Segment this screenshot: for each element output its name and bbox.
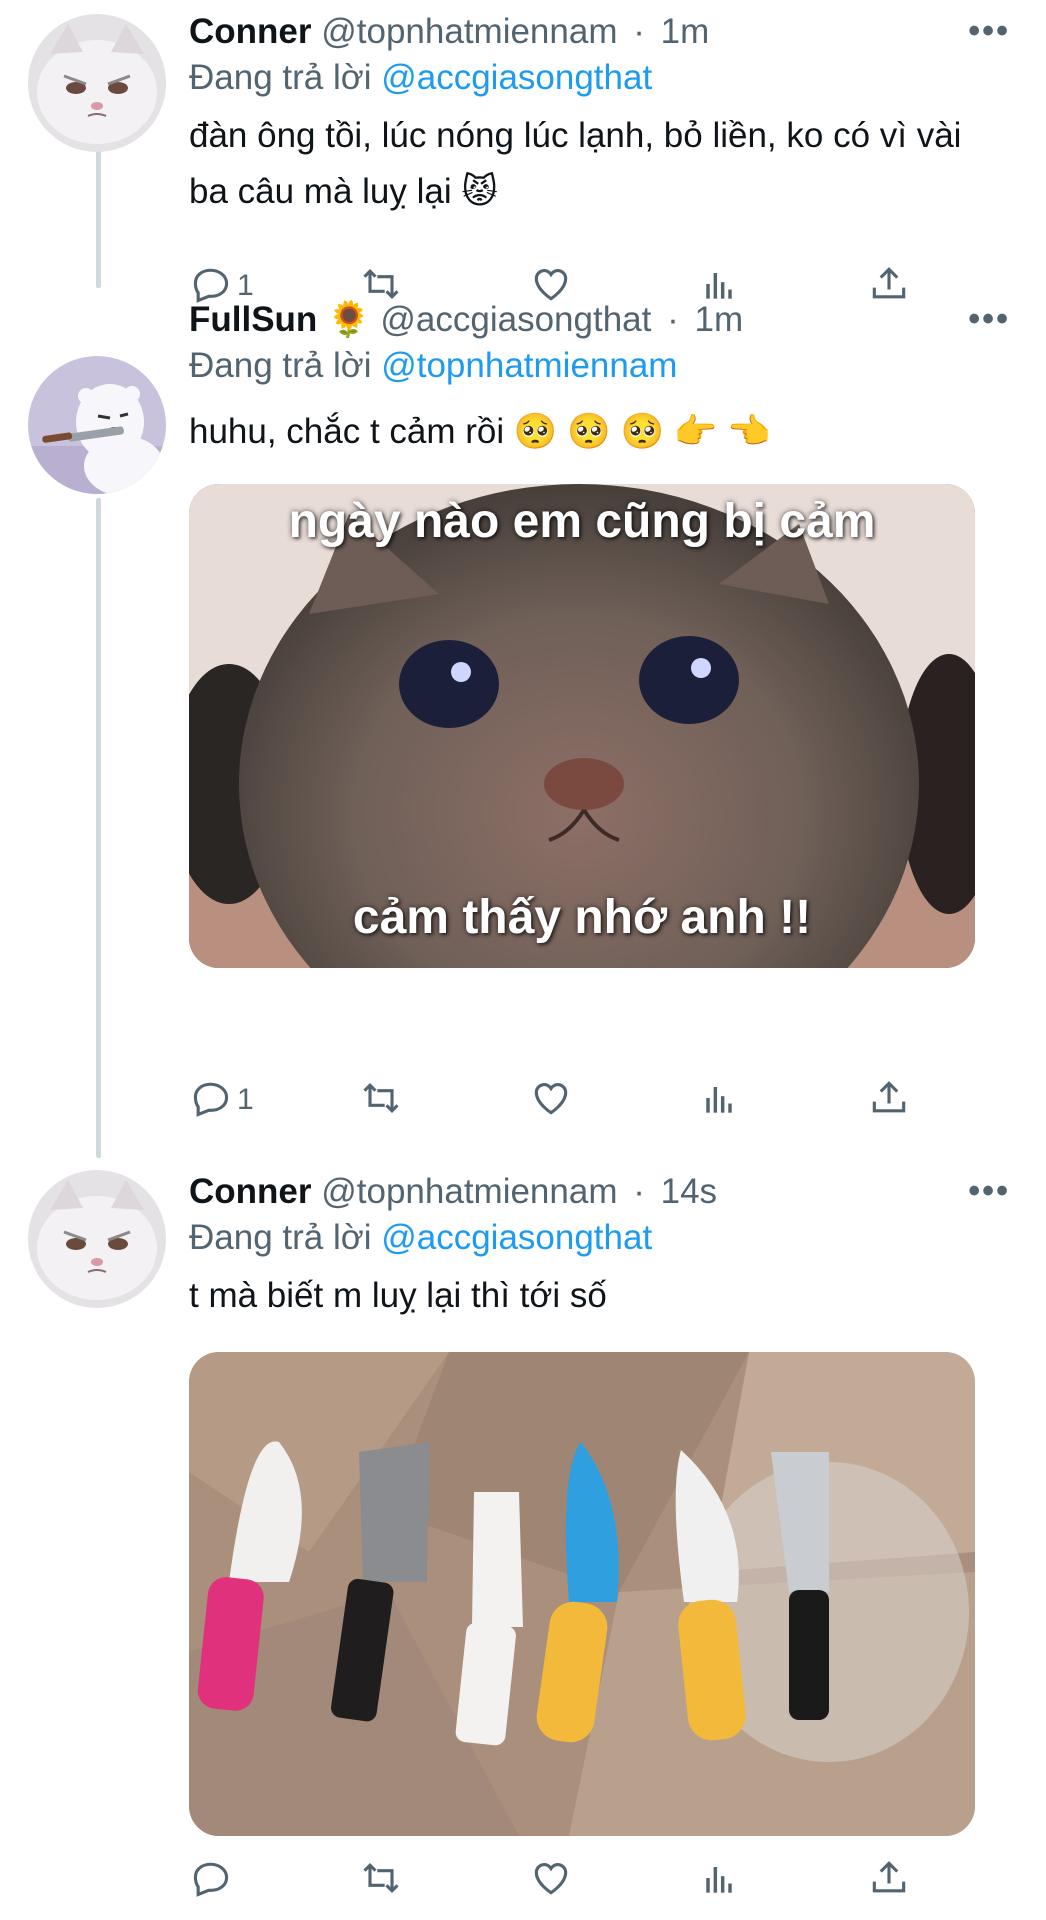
like-button[interactable]: [529, 1078, 573, 1122]
share-button[interactable]: [867, 1858, 911, 1902]
action-bar: [189, 1858, 929, 1902]
reply-to-link[interactable]: @topnhatmiennam: [381, 346, 677, 385]
tweet-header: Conner @topnhatmiennam · 14s: [189, 1172, 1010, 1212]
more-options-button[interactable]: •••: [968, 12, 1010, 51]
name-emoji: 🌻: [327, 300, 371, 339]
tweet-text: t mà biết m luỵ lại thì tới số: [189, 1276, 607, 1315]
tweet[interactable]: Conner @topnhatmiennam · 1m ••• Đang trả…: [0, 0, 1046, 303]
meme-caption-bottom: cảm thấy nhớ anh !!: [352, 891, 812, 944]
tweet-media-image[interactable]: ngày nào em cũng bị cảm cảm thấy nhớ anh…: [189, 484, 975, 968]
tweet-text: đàn ông tồi, lúc nóng lúc lạnh, bỏ liền,…: [189, 116, 962, 211]
display-name[interactable]: Conner: [189, 1172, 312, 1211]
retweet-icon: [359, 1076, 403, 1125]
retweet-button[interactable]: [359, 1858, 403, 1902]
reply-prefix: Đang trả lời: [189, 58, 372, 97]
share-icon: [867, 1856, 911, 1905]
reply-button[interactable]: 1: [189, 1078, 254, 1122]
action-bar: 1: [189, 1078, 929, 1122]
reply-icon: [189, 1856, 233, 1905]
avatar[interactable]: [28, 1170, 166, 1308]
separator-dot: ·: [667, 300, 679, 339]
avatar[interactable]: [28, 356, 166, 494]
analytics-button[interactable]: [697, 1078, 741, 1122]
avatar[interactable]: [28, 14, 166, 152]
reply-button[interactable]: [189, 1858, 237, 1902]
display-name[interactable]: FullSun: [189, 300, 317, 339]
handle[interactable]: @accgiasongthat: [380, 300, 651, 339]
handle[interactable]: @topnhatmiennam: [321, 12, 617, 51]
more-options-button[interactable]: •••: [968, 300, 1010, 339]
separator-dot: ·: [633, 1172, 645, 1211]
reply-prefix: Đang trả lời: [189, 1218, 372, 1257]
like-button[interactable]: [529, 1858, 573, 1902]
reply-count: 1: [237, 1083, 254, 1116]
handle[interactable]: @topnhatmiennam: [321, 1172, 617, 1211]
reply-to-link[interactable]: @accgiasongthat: [381, 58, 652, 97]
meme-caption-top: ngày nào em cũng bị cảm: [288, 495, 876, 548]
tweet-text: huhu, chắc t cảm rồi 🥺 🥺 🥺 👉 👈: [189, 412, 771, 451]
heart-icon: [529, 1076, 573, 1125]
timestamp[interactable]: 14s: [661, 1172, 717, 1211]
reply-context: Đang trả lời @accgiasongthat: [189, 1218, 1010, 1258]
reply-count: 1: [237, 269, 254, 302]
tweet-header: FullSun 🌻 @accgiasongthat · 1m: [189, 300, 1010, 340]
reply-icon: [189, 1076, 233, 1125]
heart-icon: [529, 1856, 573, 1905]
timestamp[interactable]: 1m: [694, 300, 743, 339]
share-icon: [867, 1076, 911, 1125]
analytics-icon: [697, 1076, 741, 1125]
analytics-icon: [697, 1856, 741, 1905]
retweet-icon: [359, 1856, 403, 1905]
reply-prefix: Đang trả lời: [189, 346, 372, 385]
reply-context: Đang trả lời @accgiasongthat: [189, 58, 1010, 98]
retweet-button[interactable]: [359, 1078, 403, 1122]
reply-to-link[interactable]: @accgiasongthat: [381, 1218, 652, 1257]
tweet[interactable]: FullSun 🌻 @accgiasongthat · 1m ••• Đang …: [0, 300, 1046, 1160]
tweet-header: Conner @topnhatmiennam · 1m: [189, 12, 1010, 52]
more-options-button[interactable]: •••: [968, 1172, 1010, 1211]
share-button[interactable]: [867, 1078, 911, 1122]
tweet-media-image[interactable]: [189, 1352, 975, 1836]
separator-dot: ·: [633, 12, 645, 51]
analytics-button[interactable]: [697, 1858, 741, 1902]
reply-context: Đang trả lời @topnhatmiennam: [189, 346, 1010, 386]
tweet[interactable]: Conner @topnhatmiennam · 14s ••• Đang tr…: [0, 1160, 1046, 1920]
timestamp[interactable]: 1m: [661, 12, 710, 51]
display-name[interactable]: Conner: [189, 12, 312, 51]
